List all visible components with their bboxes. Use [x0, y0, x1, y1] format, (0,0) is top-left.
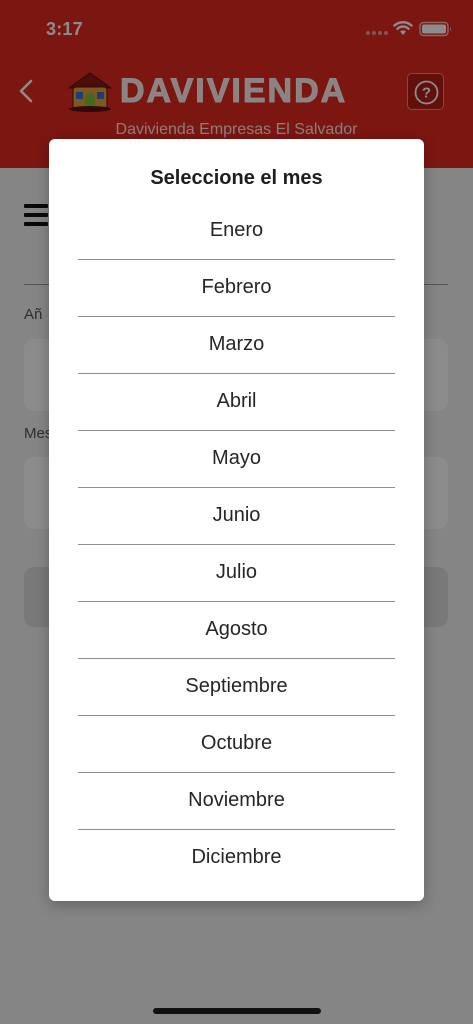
month-option-agosto[interactable]: Agosto — [78, 602, 395, 659]
month-list: Enero Febrero Marzo Abril Mayo Junio Jul… — [78, 203, 395, 887]
month-option-mayo[interactable]: Mayo — [78, 431, 395, 488]
dialog-title: Seleccione el mes — [150, 167, 323, 189]
month-option-marzo[interactable]: Marzo — [78, 317, 395, 374]
month-option-octubre[interactable]: Octubre — [78, 716, 395, 773]
month-option-julio[interactable]: Julio — [78, 545, 395, 602]
home-indicator — [153, 1008, 321, 1014]
month-option-enero[interactable]: Enero — [78, 203, 395, 260]
month-option-febrero[interactable]: Febrero — [78, 260, 395, 317]
month-option-diciembre[interactable]: Diciembre — [78, 830, 395, 887]
month-option-noviembre[interactable]: Noviembre — [78, 773, 395, 830]
month-option-junio[interactable]: Junio — [78, 488, 395, 545]
month-option-septiembre[interactable]: Septiembre — [78, 659, 395, 716]
month-option-abril[interactable]: Abril — [78, 374, 395, 431]
month-picker-dialog: Seleccione el mes Enero Febrero Marzo Ab… — [49, 139, 424, 901]
